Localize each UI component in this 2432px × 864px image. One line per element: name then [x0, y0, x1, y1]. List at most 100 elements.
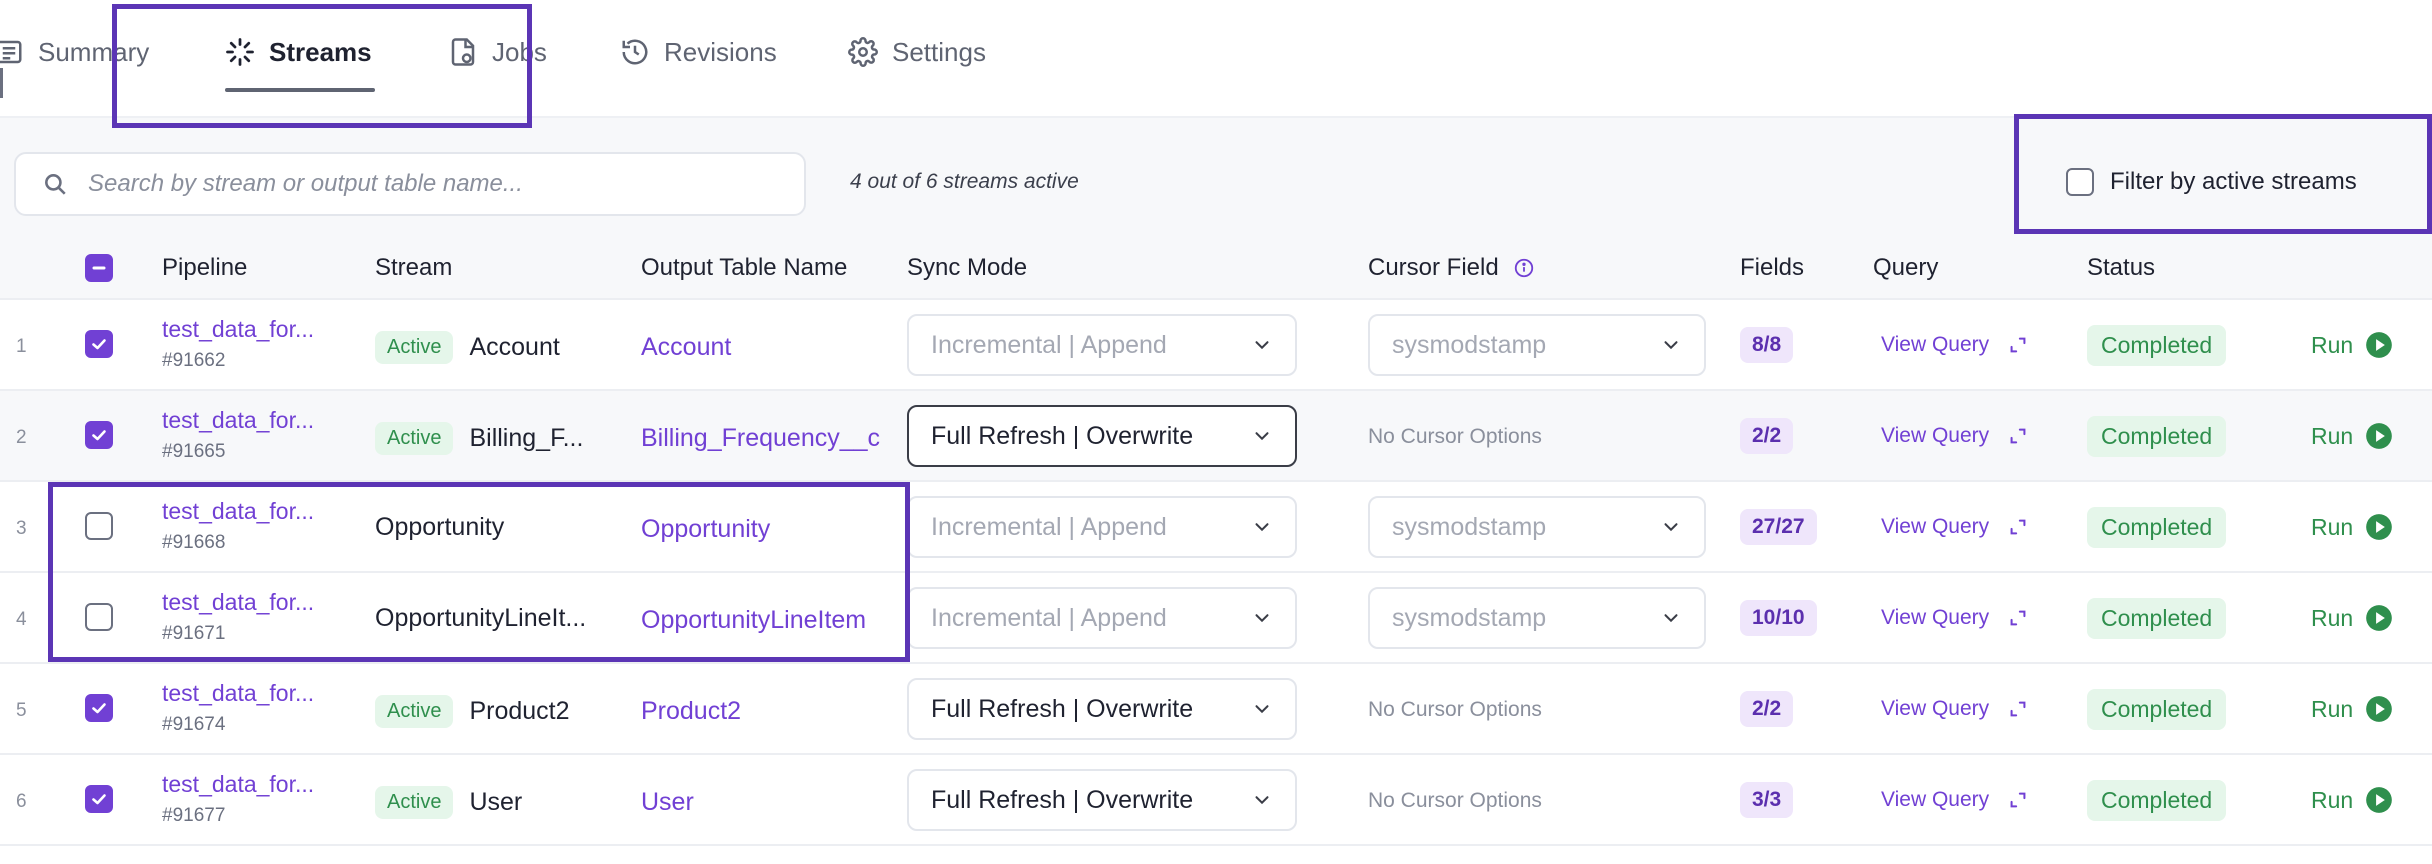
- expand-icon: [2010, 519, 2026, 535]
- filter-checkbox[interactable]: [2066, 168, 2094, 196]
- view-query-link[interactable]: View Query: [1881, 333, 2029, 357]
- fields-badge[interactable]: 3/3: [1740, 782, 1794, 818]
- tab-streams[interactable]: Streams: [225, 28, 372, 76]
- column-pipeline[interactable]: Pipeline: [162, 254, 247, 282]
- sparkle-icon: [226, 38, 254, 66]
- fields-badge[interactable]: 10/10: [1740, 600, 1817, 636]
- pipeline-id: #91665: [162, 441, 226, 462]
- fields-badge[interactable]: 27/27: [1740, 509, 1817, 545]
- run-label: Run: [2311, 422, 2354, 449]
- view-query-link[interactable]: View Query: [1881, 697, 2029, 721]
- sync-mode-value: Full Refresh | Overwrite: [931, 785, 1194, 814]
- row-index: 2: [16, 427, 27, 448]
- stream-name: OpportunityLineIt...: [375, 604, 587, 632]
- output-table-link[interactable]: Opportunity: [641, 515, 770, 544]
- pipeline-link[interactable]: test_data_for...: [162, 407, 314, 434]
- output-table-link[interactable]: User: [641, 788, 694, 817]
- row-select-checkbox[interactable]: [85, 694, 113, 722]
- pipeline-link[interactable]: test_data_for...: [162, 316, 314, 343]
- row-select-checkbox[interactable]: [85, 330, 113, 358]
- no-cursor-text: No Cursor Options: [1368, 425, 1542, 448]
- row-select-checkbox[interactable]: [85, 603, 113, 631]
- output-table-link[interactable]: OpportunityLineItem: [641, 606, 866, 635]
- fields-badge[interactable]: 2/2: [1740, 691, 1794, 727]
- sync-mode-select[interactable]: Incremental | Append: [907, 314, 1297, 376]
- cursor-field-select[interactable]: sysmodstamp: [1368, 314, 1706, 376]
- tab-revisions[interactable]: Revisions: [620, 28, 777, 76]
- run-button[interactable]: Run: [2311, 422, 2393, 450]
- pipeline-link[interactable]: test_data_for...: [162, 498, 314, 525]
- run-label: Run: [2311, 331, 2354, 358]
- tab-settings[interactable]: Settings: [848, 28, 986, 76]
- column-sync-mode[interactable]: Sync Mode: [907, 254, 1027, 282]
- tab-summary[interactable]: Summary: [0, 28, 149, 76]
- window-edge: [0, 68, 3, 98]
- sync-mode-select[interactable]: Full Refresh | Overwrite: [907, 769, 1297, 831]
- tab-jobs[interactable]: Jobs: [448, 28, 547, 76]
- search-box[interactable]: [14, 152, 806, 216]
- active-badge: Active: [375, 786, 454, 819]
- row-index: 6: [16, 791, 27, 812]
- no-cursor-text: No Cursor Options: [1368, 789, 1542, 812]
- sync-mode-select[interactable]: Full Refresh | Overwrite: [907, 405, 1297, 467]
- table-row: 5 test_data_for... #91674 Active Product2 Pro…: [0, 664, 2432, 755]
- row-select-checkbox[interactable]: [85, 785, 113, 813]
- column-status[interactable]: Status: [2087, 254, 2155, 282]
- column-output-table[interactable]: Output Table Name: [641, 254, 847, 282]
- sync-mode-select[interactable]: Incremental | Append: [907, 587, 1297, 649]
- filter-label: Filter by active streams: [2110, 168, 2357, 195]
- pipeline-link[interactable]: test_data_for...: [162, 680, 314, 707]
- play-icon: [2366, 787, 2393, 813]
- table-row: 6 test_data_for... #91677 Active User User Ful…: [0, 755, 2432, 846]
- table-row: 3 test_data_for... #91668 Opportunity Opport…: [0, 482, 2432, 573]
- check-icon: [92, 430, 106, 441]
- chevron-down-icon: [1255, 523, 1269, 532]
- view-query-link[interactable]: View Query: [1881, 424, 2029, 448]
- run-button[interactable]: Run: [2311, 604, 2393, 632]
- no-cursor-text: No Cursor Options: [1368, 698, 1542, 721]
- cursor-field-value: sysmodstamp: [1392, 330, 1547, 359]
- view-query-label: View Query: [1881, 515, 1990, 538]
- view-query-link[interactable]: View Query: [1881, 606, 2029, 630]
- pipeline-id: #91674: [162, 714, 226, 735]
- select-all-checkbox[interactable]: [85, 254, 113, 282]
- row-select-checkbox[interactable]: [85, 421, 113, 449]
- pipeline-link[interactable]: test_data_for...: [162, 589, 314, 616]
- search-input[interactable]: [88, 170, 788, 198]
- run-button[interactable]: Run: [2311, 786, 2393, 814]
- status-badge: Completed: [2087, 507, 2227, 548]
- view-query-label: View Query: [1881, 697, 1990, 720]
- cursor-field-select[interactable]: sysmodstamp: [1368, 587, 1706, 649]
- pipeline-id: #91662: [162, 350, 226, 371]
- fields-badge[interactable]: 2/2: [1740, 418, 1794, 454]
- output-table-link[interactable]: Account: [641, 333, 731, 362]
- output-table-link[interactable]: Billing_Frequency__c: [641, 424, 880, 453]
- gear-icon: [848, 37, 878, 67]
- play-icon: [2366, 423, 2393, 449]
- filter-active-streams[interactable]: Filter by active streams: [2066, 168, 2357, 196]
- column-cursor-field[interactable]: Cursor Field: [1368, 254, 1535, 282]
- stream-cell: Active User: [375, 786, 522, 819]
- view-query-link[interactable]: View Query: [1881, 788, 2029, 812]
- view-query-link[interactable]: View Query: [1881, 515, 2029, 539]
- cursor-field-select[interactable]: sysmodstamp: [1368, 496, 1706, 558]
- run-button[interactable]: Run: [2311, 513, 2393, 541]
- run-button[interactable]: Run: [2311, 695, 2393, 723]
- column-query[interactable]: Query: [1873, 254, 1938, 282]
- sync-mode-select[interactable]: Incremental | Append: [907, 496, 1297, 558]
- view-query-label: View Query: [1881, 606, 1990, 629]
- info-icon[interactable]: [1513, 257, 1535, 279]
- column-stream[interactable]: Stream: [375, 254, 452, 282]
- sync-mode-select[interactable]: Full Refresh | Overwrite: [907, 678, 1297, 740]
- output-table-link[interactable]: Product2: [641, 697, 741, 726]
- column-cursor-field-label: Cursor Field: [1368, 254, 1499, 281]
- tab-bar: Summary Streams Jobs Revisions Settings: [0, 0, 2432, 118]
- row-select-checkbox[interactable]: [85, 512, 113, 540]
- pipeline-link[interactable]: test_data_for...: [162, 771, 314, 798]
- table-row: 1 test_data_for... #91662 Active Account Acco…: [0, 300, 2432, 391]
- run-button[interactable]: Run: [2311, 331, 2393, 359]
- column-fields[interactable]: Fields: [1740, 254, 1804, 282]
- stream-name: Account: [469, 333, 560, 361]
- play-icon: [2366, 696, 2393, 722]
- fields-badge[interactable]: 8/8: [1740, 327, 1794, 363]
